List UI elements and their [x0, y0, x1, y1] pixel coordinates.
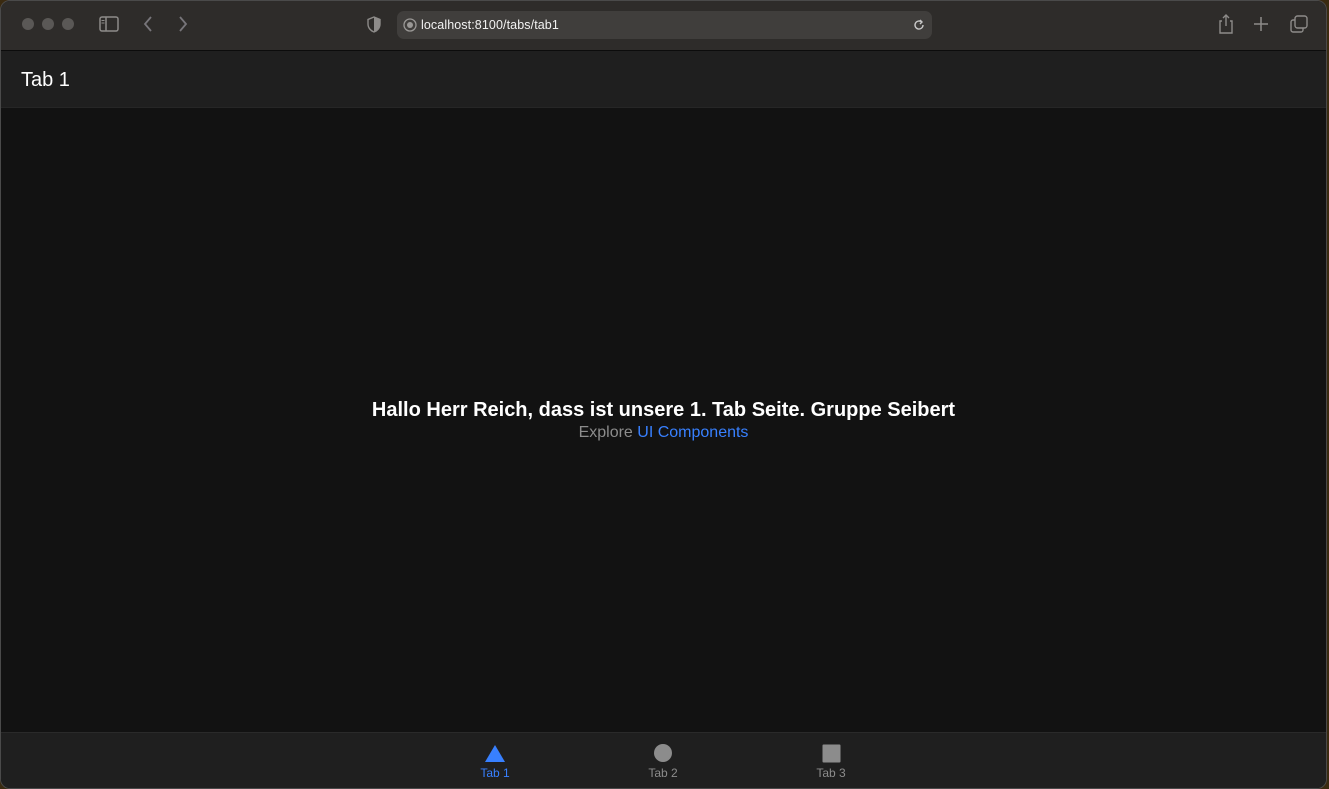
tab-2-button[interactable]: Tab 2 [603, 733, 723, 788]
square-icon [820, 743, 842, 763]
explore-text: Explore UI Components [1, 422, 1326, 444]
privacy-shield-icon[interactable] [366, 15, 382, 33]
ui-components-link[interactable]: UI Components [637, 424, 748, 441]
reload-icon[interactable] [912, 18, 926, 32]
maximize-window-button[interactable] [62, 18, 74, 30]
back-arrow-icon[interactable] [140, 14, 156, 34]
forward-arrow-icon[interactable] [175, 14, 191, 34]
site-info-icon[interactable] [403, 18, 417, 32]
welcome-container: Hallo Herr Reich, dass ist unsere 1. Tab… [1, 398, 1326, 444]
close-window-button[interactable] [22, 18, 34, 30]
ellipse-icon [652, 743, 674, 763]
page-title: Tab 1 [21, 69, 70, 91]
tab-1-label: Tab 1 [480, 766, 510, 780]
triangle-icon [484, 743, 506, 763]
url-text[interactable]: localhost:8100/tabs/tab1 [421, 18, 559, 32]
tab-1-button[interactable]: Tab 1 [435, 733, 555, 788]
content-area[interactable]: Hallo Herr Reich, dass ist unsere 1. Tab… [1, 108, 1326, 732]
tab-overview-icon[interactable] [1289, 14, 1309, 34]
app-header: Tab 1 [1, 51, 1326, 108]
browser-window: localhost:8100/tabs/tab1 Tab 1 Hallo Her… [0, 0, 1327, 789]
explore-prefix: Explore [578, 424, 633, 441]
tab-2-label: Tab 2 [648, 766, 678, 780]
sidebar-toggle-icon[interactable] [99, 15, 119, 33]
browser-toolbar: localhost:8100/tabs/tab1 [1, 1, 1326, 51]
tab-bar: Tab 1 Tab 2 Tab 3 [1, 732, 1326, 788]
tab-3-button[interactable]: Tab 3 [771, 733, 891, 788]
tab-3-label: Tab 3 [816, 766, 846, 780]
share-icon[interactable] [1217, 13, 1235, 35]
new-tab-icon[interactable] [1252, 14, 1270, 34]
address-bar[interactable]: localhost:8100/tabs/tab1 [397, 11, 932, 39]
minimize-window-button[interactable] [42, 18, 54, 30]
welcome-headline: Hallo Herr Reich, dass ist unsere 1. Tab… [371, 399, 956, 421]
